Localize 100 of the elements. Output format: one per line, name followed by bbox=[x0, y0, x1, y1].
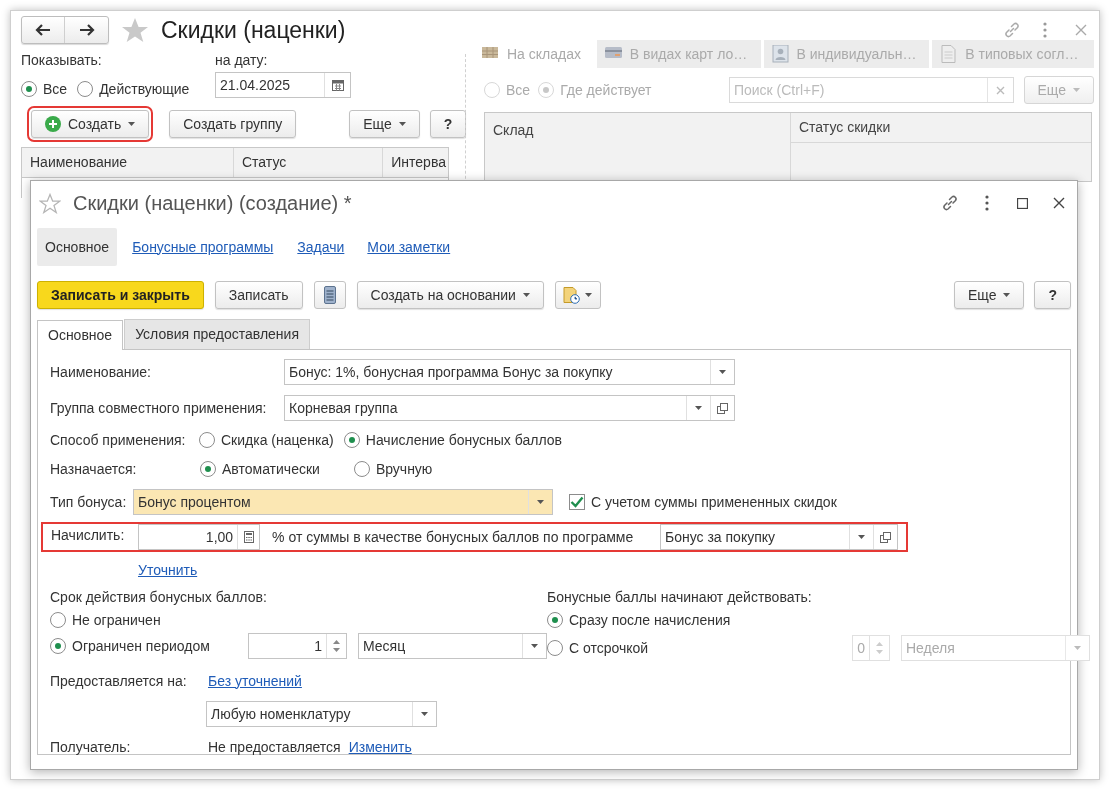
caret-icon bbox=[585, 293, 593, 297]
dropdown-field[interactable]: Любую номенклатуру bbox=[206, 701, 437, 727]
caret-icon bbox=[1074, 646, 1081, 650]
help-button[interactable]: ? bbox=[429, 110, 467, 138]
menu-button[interactable]: Еще bbox=[349, 110, 420, 138]
radio-label: Скидка (наценка) bbox=[221, 430, 334, 450]
field-label: Предоставляется на: bbox=[50, 671, 188, 691]
dropdown-field[interactable]: Бонус процентом bbox=[133, 489, 553, 515]
tab[interactable]: Условия предоставления bbox=[124, 319, 310, 349]
radio-button[interactable] bbox=[77, 81, 94, 97]
close-icon[interactable] bbox=[1053, 197, 1065, 209]
date-field[interactable]: 21.04.2025 bbox=[215, 72, 351, 98]
radio-button[interactable] bbox=[343, 432, 360, 448]
column-header: Наименование bbox=[29, 153, 129, 172]
menu-button[interactable]: Еще bbox=[953, 281, 1025, 309]
tab[interactable]: Основное bbox=[37, 320, 124, 350]
field-value: Не предоставляется bbox=[208, 737, 341, 757]
person-card-icon bbox=[771, 45, 789, 63]
field-label: Способ применения: bbox=[50, 430, 187, 450]
action-button[interactable]: Записать bbox=[214, 281, 303, 309]
section-label: Срок действия бонусных баллов: bbox=[50, 588, 268, 607]
radio-label: Все bbox=[43, 79, 68, 99]
radio-label: С отсрочкой bbox=[569, 638, 649, 658]
star-icon[interactable] bbox=[121, 17, 149, 43]
dropdown-field[interactable]: Бонус за покупку bbox=[660, 524, 898, 550]
maximize-icon[interactable] bbox=[1017, 197, 1028, 209]
caret-icon bbox=[531, 644, 538, 648]
field-label: Получатель: bbox=[50, 737, 132, 757]
radio-button[interactable] bbox=[353, 461, 370, 477]
section-tab[interactable]: Бонусные программы bbox=[124, 228, 282, 266]
field-label: Тип бонуса: bbox=[50, 492, 128, 512]
more-icon[interactable] bbox=[985, 195, 989, 211]
column-header: Статус bbox=[232, 148, 383, 177]
caret-icon bbox=[421, 712, 428, 716]
radio-button[interactable] bbox=[50, 612, 66, 628]
checkbox[interactable] bbox=[569, 494, 585, 510]
caret-icon bbox=[398, 122, 406, 126]
section-tab[interactable]: Задачи bbox=[289, 228, 353, 266]
radio-button[interactable] bbox=[200, 461, 216, 477]
stepper-icon[interactable] bbox=[333, 639, 340, 653]
caret-icon bbox=[695, 406, 702, 410]
calculator-icon[interactable] bbox=[243, 531, 254, 543]
open-icon bbox=[717, 402, 728, 414]
list-button[interactable] bbox=[313, 281, 346, 309]
radio-label: Сразу после начисления bbox=[569, 610, 731, 630]
menu-button[interactable]: Создать на основании bbox=[356, 281, 544, 309]
filter-label: Показывать: bbox=[21, 51, 103, 70]
dropdown-field[interactable]: Корневая группа bbox=[284, 395, 735, 421]
column-header: Интерва bbox=[382, 148, 448, 177]
open-icon bbox=[880, 531, 891, 543]
radio-label: Все bbox=[506, 80, 531, 100]
link[interactable]: Без уточнений bbox=[208, 670, 302, 692]
section-tab[interactable]: Основное bbox=[37, 228, 118, 266]
date-label: на дату: bbox=[215, 51, 269, 68]
radio-label: Ограничен периодом bbox=[72, 636, 210, 656]
field-label: Группа совместного применения: bbox=[50, 398, 268, 418]
number-field[interactable]: 1 bbox=[247, 633, 347, 659]
action-button[interactable]: Записать и закрыть bbox=[37, 281, 204, 309]
column-header: Склад bbox=[492, 121, 535, 140]
radio-button[interactable] bbox=[21, 81, 37, 97]
radio-label: Действующие bbox=[99, 79, 190, 99]
radio-label: Вручную bbox=[375, 459, 433, 479]
dropdown-field[interactable]: Месяц bbox=[358, 633, 547, 659]
list-icon bbox=[323, 286, 336, 304]
field-label: Назначается: bbox=[50, 459, 138, 479]
document-icon bbox=[940, 45, 958, 63]
check-icon bbox=[570, 496, 584, 508]
caret-icon bbox=[1003, 293, 1011, 297]
checkbox-label: С учетом суммы примененных скидок bbox=[591, 492, 837, 512]
link[interactable]: Изменить bbox=[348, 736, 412, 758]
navigation-buttons[interactable] bbox=[21, 16, 109, 44]
caret-icon bbox=[522, 293, 530, 297]
section-label: Бонусные баллы начинают действовать: bbox=[547, 588, 813, 607]
plus-icon bbox=[45, 116, 61, 132]
section-tab[interactable]: Мои заметки bbox=[359, 228, 459, 266]
field-text: % от суммы в качестве бонусных баллов по программе bbox=[272, 527, 635, 547]
document-clock-icon bbox=[563, 286, 581, 304]
radio-button[interactable] bbox=[50, 638, 66, 654]
number-field[interactable]: 1,00 bbox=[138, 524, 261, 550]
star-icon[interactable] bbox=[39, 192, 61, 214]
caret-icon bbox=[537, 500, 544, 504]
caret-icon bbox=[719, 370, 726, 374]
field-label: Наименование: bbox=[50, 362, 152, 382]
report-menu-button[interactable] bbox=[554, 281, 601, 309]
help-button[interactable]: ? bbox=[1034, 281, 1071, 309]
calendar-icon[interactable] bbox=[331, 79, 344, 91]
arrow-left-icon bbox=[35, 24, 51, 36]
link-icon[interactable] bbox=[941, 194, 959, 212]
radio-label: Где действует bbox=[560, 80, 652, 100]
window-title: Скидки (наценки) bbox=[161, 15, 346, 45]
arrow-right-icon bbox=[78, 24, 95, 36]
action-button[interactable]: Создать группу bbox=[169, 110, 297, 138]
column-header: Статус скидки bbox=[791, 113, 1091, 143]
dropdown-field[interactable]: Бонус: 1%, бонусная программа Бонус за покупку bbox=[284, 359, 735, 385]
radio-label: Автоматически bbox=[222, 459, 320, 479]
caret-icon bbox=[858, 535, 865, 539]
radio-button[interactable] bbox=[199, 432, 215, 448]
link[interactable]: Уточнить bbox=[138, 559, 198, 581]
caret-icon bbox=[128, 122, 136, 126]
radio-label: Не ограничен bbox=[72, 610, 161, 630]
